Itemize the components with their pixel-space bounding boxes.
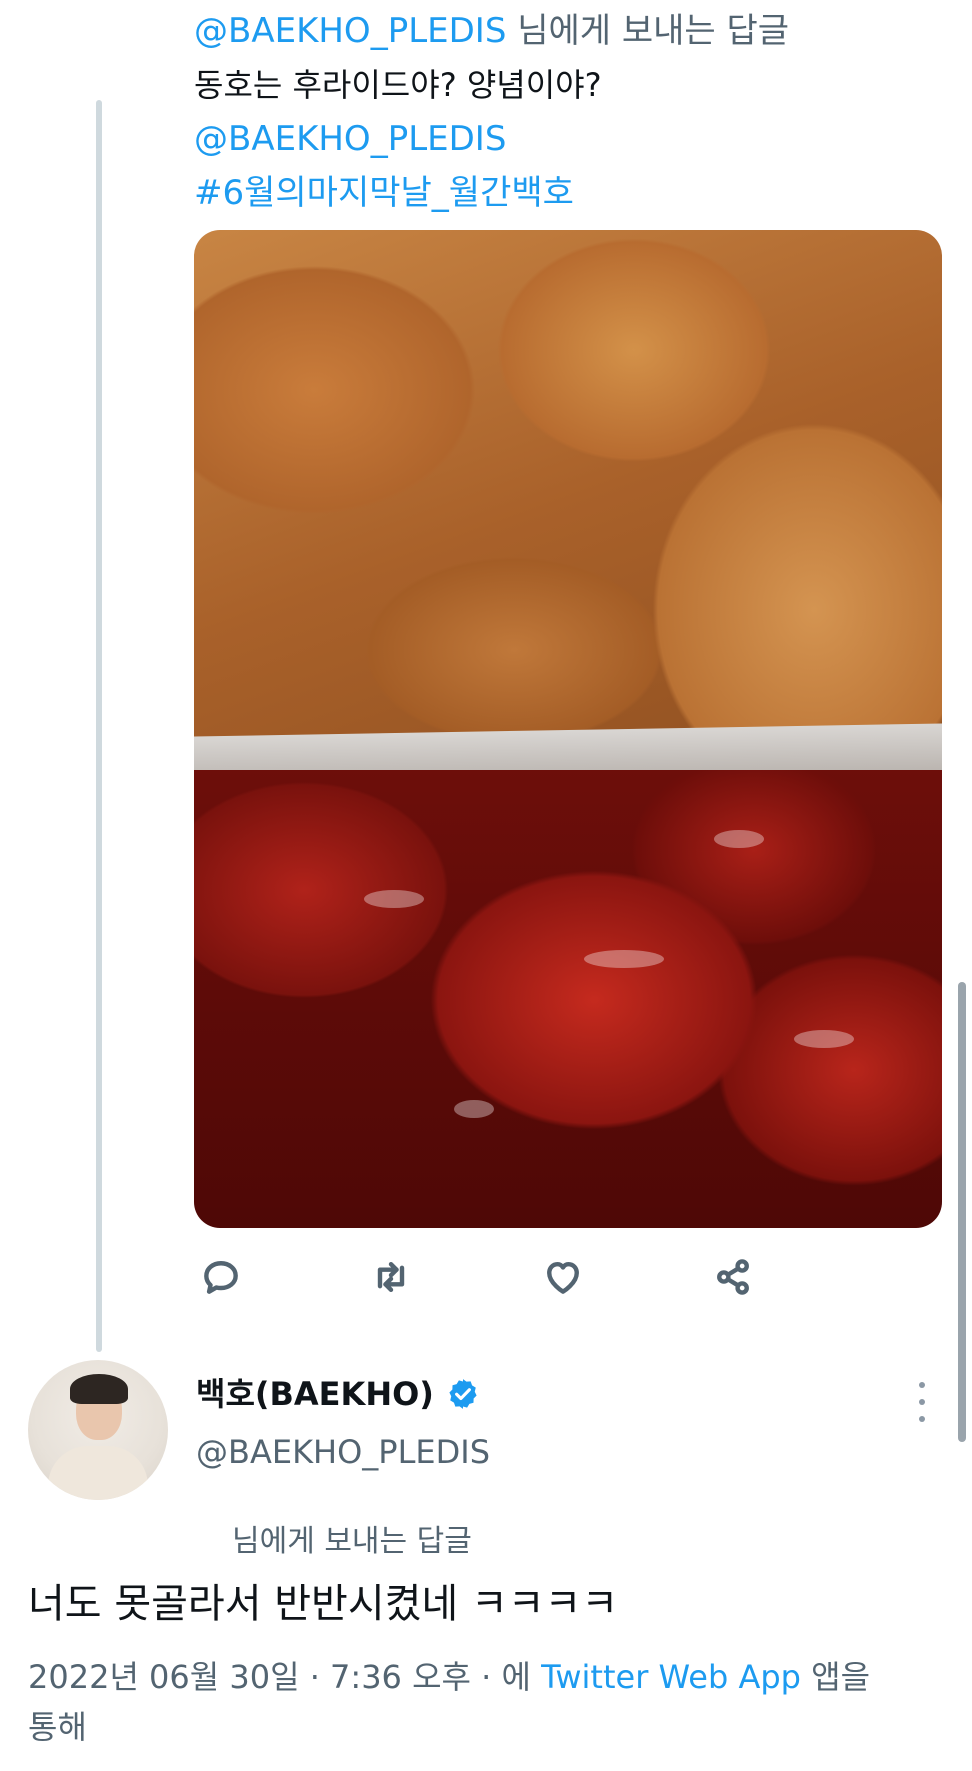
reply-to-note: 님에게 보내는 답글 — [232, 1524, 472, 1559]
scrollbar[interactable] — [958, 982, 966, 1442]
seasoned-chicken-image-area — [194, 770, 942, 1228]
reply-button[interactable] — [194, 1250, 248, 1304]
quoted-reply-tweet[interactable]: @BAEKHO_PLEDIS 님에게 보내는 답글 동호는 후라이드야? 양념이… — [194, 6, 944, 220]
source-suffix: 앱을 — [800, 1658, 871, 1696]
retweet-button[interactable] — [364, 1250, 418, 1304]
verified-badge-icon — [449, 1379, 477, 1409]
tweet-date[interactable]: 2022년 06월 30일 · 7:36 오후 · 에 — [28, 1658, 541, 1696]
fried-chicken-image-area — [194, 230, 942, 770]
tweet-photo-chicken[interactable] — [194, 230, 942, 1228]
reply-to-suffix: 님에게 보내는 답글 — [506, 11, 790, 51]
retweet-icon — [377, 1261, 405, 1293]
share-button[interactable] — [706, 1250, 760, 1304]
tweet-author: 백호(BAEKHO) @BAEKHO_PLEDIS — [196, 1372, 490, 1476]
source-suffix-line2: 통해 — [28, 1708, 87, 1746]
author-display-name-row[interactable]: 백호(BAEKHO) — [196, 1372, 490, 1416]
quoted-tweet-text: 동호는 후라이드야? 양념이야? — [194, 66, 602, 104]
reply-to-line: @BAEKHO_PLEDIS 님에게 보내는 답글 — [194, 6, 944, 56]
author-display-name: 백호(BAEKHO) — [196, 1375, 434, 1413]
reply-icon — [204, 1261, 238, 1294]
tweet-action-bar — [194, 1250, 834, 1304]
author-handle[interactable]: @BAEKHO_PLEDIS — [196, 1428, 490, 1476]
like-button[interactable] — [536, 1250, 590, 1304]
share-icon — [717, 1259, 749, 1295]
source-link[interactable]: Twitter Web App — [541, 1658, 801, 1696]
hashtag-link[interactable]: #6월의마지막날_월간백호 — [194, 166, 944, 220]
more-options-icon[interactable] — [910, 1382, 934, 1422]
main-tweet-text: 너도 못골라서 반반시켰네 ㅋㅋㅋㅋ — [28, 1581, 619, 1627]
tweet-timestamp-source: 2022년 06월 30일 · 7:36 오후 · 에 Twitter Web … — [28, 1652, 928, 1752]
reply-to-handle[interactable]: @BAEKHO_PLEDIS — [194, 11, 506, 51]
thread-connector-line — [96, 100, 102, 1352]
avatar[interactable] — [28, 1360, 168, 1500]
heart-icon — [547, 1261, 579, 1294]
mention-link[interactable]: @BAEKHO_PLEDIS — [194, 112, 944, 166]
